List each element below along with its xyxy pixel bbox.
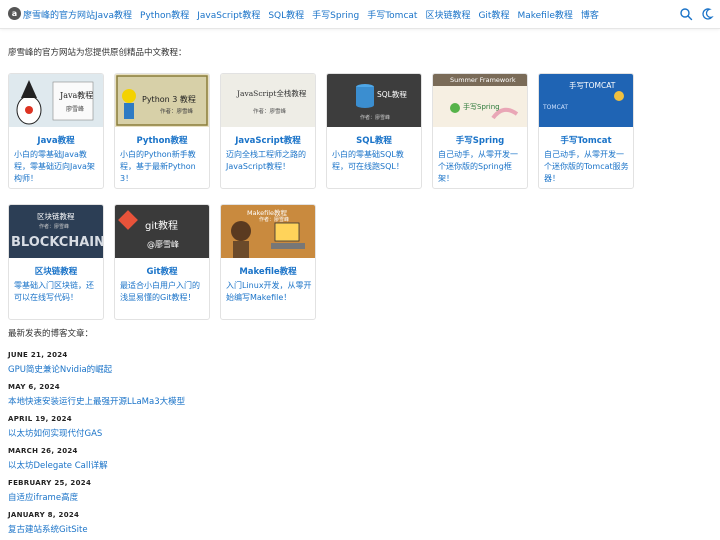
thumb-text: SQL教程 [377, 90, 407, 99]
card-description: 小白的零基础Java教程，零基础迈向Java架构师！ [14, 150, 95, 183]
thumb-text: Java教程 [60, 91, 94, 100]
card-title[interactable]: Python教程 [115, 134, 209, 146]
nav-link-sql[interactable]: SQL教程 [268, 11, 304, 21]
blog-post: MAY 6, 2024 本地快速安装运行史上最强开源LLaMa3大模型 [8, 383, 185, 407]
nav-link-makefile[interactable]: Makefile教程 [517, 11, 572, 21]
nav-link-tomcat[interactable]: 手写Tomcat [367, 11, 417, 21]
python-thumbnail: Python 3 教程 作者：廖雪峰 [115, 74, 209, 127]
course-card-makefile[interactable]: Makefile教程 作者：廖雪峰 Makefile教程 入门Linux开发，从… [220, 204, 316, 320]
card-title[interactable]: Git教程 [115, 265, 209, 277]
thumb-text: Python 3 教程 [142, 95, 196, 104]
course-card-sql[interactable]: SQL教程 作者：廖雪峰 SQL教程 小白的零基础SQL教程，可在线跑SQL！ [326, 73, 422, 189]
blog-post: JANUARY 8, 2024 复古建站系统GitSite [8, 511, 88, 535]
card-description: 自己动手，从零开发一个迷你版的Tomcat服务器！ [544, 150, 629, 183]
top-navbar: a 廖雪峰的官方网站 Java教程 Python教程 JavaScript教程 SQL… [0, 0, 720, 29]
thumb-author: 作者：廖雪峰 [160, 109, 194, 115]
thumb-author: 廖雪峰 [66, 106, 85, 113]
post-date: MAY 6, 2024 [8, 383, 60, 391]
nav-link-git[interactable]: Git教程 [478, 11, 509, 21]
blog-post: JUNE 21, 2024 GPU简史兼论Nvidia的崛起 [8, 351, 112, 375]
course-card-blockchain[interactable]: 区块链教程 作者：廖雪峰 BLOCKCHAIN 区块链教程 零基础入门区块链，还… [8, 204, 104, 320]
nav-link-spring[interactable]: 手写Spring [312, 11, 359, 21]
card-description: 自己动手，从零开发一个迷你版的Spring框架！ [438, 150, 518, 183]
nav-links: Java教程 Python教程 JavaScript教程 SQL教程 手写Spring 手… [95, 8, 607, 21]
card-title[interactable]: 手写Tomcat [539, 134, 633, 146]
blog-post: FEBRUARY 25, 2024 自适应iframe高度 [8, 479, 91, 503]
post-date: MARCH 26, 2024 [8, 447, 78, 455]
card-description: 最适合小白用户入门的浅显易懂的Git教程！ [120, 281, 200, 302]
card-description: 小白的零基础SQL教程，可在线跑SQL！ [332, 150, 404, 171]
blog-post: APRIL 19, 2024 以太坊如何实现代付GAS [8, 415, 102, 439]
thumb-text: JavaScript全栈教程 [237, 89, 307, 98]
blockchain-thumbnail: 区块链教程 作者：廖雪峰 BLOCKCHAIN [9, 205, 103, 258]
search-icon[interactable] [679, 7, 693, 21]
course-card-spring[interactable]: Summer Framework 手写Spring 手写Spring 自己动手，… [432, 73, 528, 189]
card-title[interactable]: JavaScript教程 [221, 134, 315, 146]
card-description: 迈向全栈工程师之路的JavaScript教程！ [226, 150, 306, 171]
java-thumbnail: Java教程 廖雪峰 [9, 74, 103, 127]
makefile-thumbnail: Makefile教程 作者：廖雪峰 [221, 205, 315, 258]
course-card-javascript[interactable]: JavaScript全栈教程 作者：廖雪峰 JavaScript教程 迈向全栈工… [220, 73, 316, 189]
javascript-thumbnail: JavaScript全栈教程 作者：廖雪峰 [221, 74, 315, 127]
git-thumbnail: git教程 @廖雪峰 [115, 205, 209, 258]
moon-icon[interactable] [700, 7, 714, 21]
intro-text: 廖雪峰的官方网站为您提供原创精品中文教程： [8, 48, 187, 58]
post-title-link[interactable]: 本地快速安装运行史上最强开源LLaMa3大模型 [8, 395, 185, 407]
nav-link-javascript[interactable]: JavaScript教程 [197, 11, 260, 21]
post-title-link[interactable]: 自适应iframe高度 [8, 491, 91, 503]
card-title[interactable]: 手写Spring [433, 134, 527, 146]
post-date: JUNE 21, 2024 [8, 351, 68, 359]
thumb-author: 作者：廖雪峰 [360, 115, 391, 121]
nav-link-java[interactable]: Java教程 [95, 11, 132, 21]
thumb-author: 作者：廖雪峰 [259, 217, 290, 223]
card-title[interactable]: Makefile教程 [221, 265, 315, 277]
site-logo-icon[interactable]: a [8, 7, 21, 20]
post-date: APRIL 19, 2024 [8, 415, 72, 423]
site-name-link[interactable]: 廖雪峰的官方网站 [23, 8, 95, 21]
thumb-author: 作者：廖雪峰 [39, 224, 70, 230]
thumb-author: 作者：廖雪峰 [253, 109, 287, 115]
thumb-bigtext: BLOCKCHAIN [11, 235, 103, 250]
nav-link-blockchain[interactable]: 区块链教程 [425, 11, 470, 21]
blog-post: MARCH 26, 2024 以太坊Delegate Call详解 [8, 447, 108, 471]
tomcat-thumbnail: 手写TOMCAT TOMCAT [539, 74, 633, 127]
thumb-author: @廖雪峰 [147, 240, 179, 249]
nav-link-python[interactable]: Python教程 [140, 11, 189, 21]
thumb-subtext: 手写Spring [463, 103, 500, 111]
post-title-link[interactable]: 复古建站系统GitSite [8, 523, 88, 535]
card-description: 入门Linux开发，从零开始编写Makefile！ [226, 281, 312, 302]
course-card-tomcat[interactable]: 手写TOMCAT TOMCAT 手写Tomcat 自己动手，从零开发一个迷你版的… [538, 73, 634, 189]
thumb-text: 区块链教程 [37, 212, 75, 221]
blog-heading: 最新发表的博客文章： [8, 329, 94, 339]
post-date: JANUARY 8, 2024 [8, 511, 80, 519]
card-title[interactable]: SQL教程 [327, 134, 421, 146]
post-title-link[interactable]: 以太坊Delegate Call详解 [8, 459, 108, 471]
nav-link-blog[interactable]: 博客 [581, 11, 599, 21]
spring-thumbnail: Summer Framework 手写Spring [433, 74, 527, 127]
course-card-git[interactable]: git教程 @廖雪峰 Git教程 最适合小白用户入门的浅显易懂的Git教程！ [114, 204, 210, 320]
post-title-link[interactable]: 以太坊如何实现代付GAS [8, 427, 102, 439]
course-card-python[interactable]: Python 3 教程 作者：廖雪峰 Python教程 小白的Python新手教… [114, 73, 210, 189]
card-description: 小白的Python新手教程，基于最新Python 3！ [120, 150, 196, 183]
sql-thumbnail: SQL教程 作者：廖雪峰 [327, 74, 421, 127]
card-title[interactable]: 区块链教程 [9, 265, 103, 277]
post-title-link[interactable]: GPU简史兼论Nvidia的崛起 [8, 363, 112, 375]
thumb-text: git教程 [145, 221, 179, 232]
card-title[interactable]: Java教程 [9, 134, 103, 146]
post-date: FEBRUARY 25, 2024 [8, 479, 92, 487]
course-card-java[interactable]: Java教程 廖雪峰 Java教程 小白的零基础Java教程，零基础迈向Java… [8, 73, 104, 189]
card-description: 零基础入门区块链，还可以在线写代码！ [14, 281, 94, 302]
